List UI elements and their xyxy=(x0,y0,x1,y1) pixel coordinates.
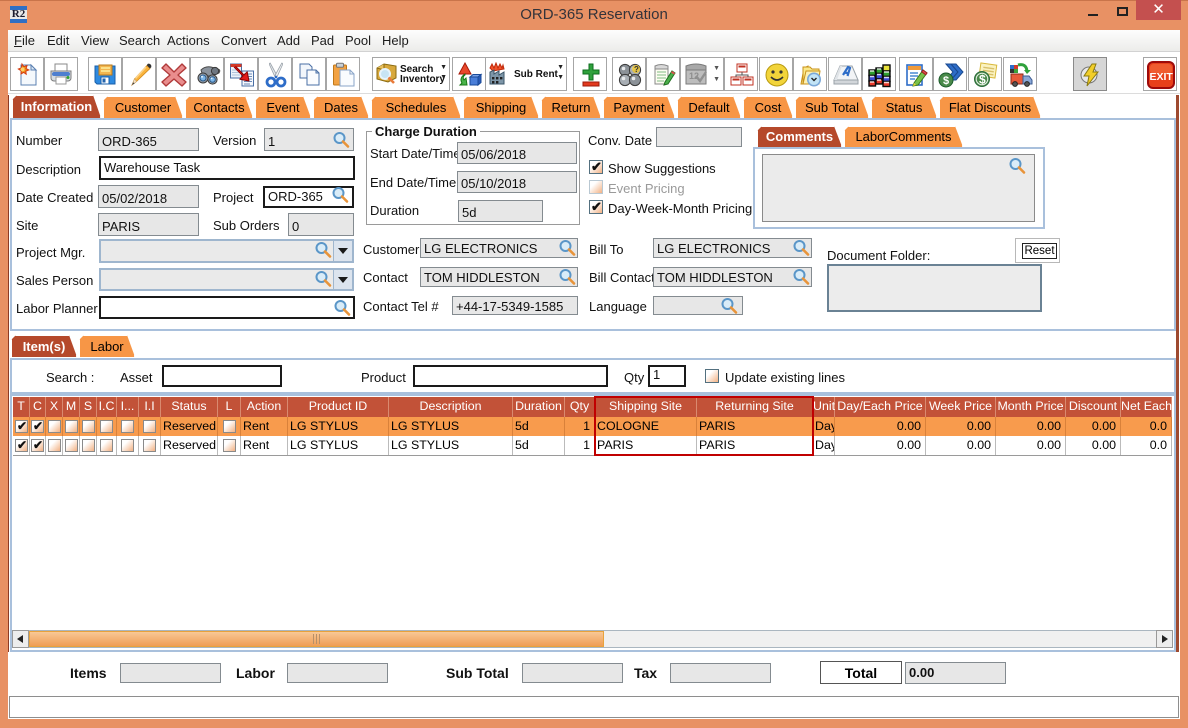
svg-text:$: $ xyxy=(979,73,986,87)
svg-text:EXIT: EXIT xyxy=(1150,71,1174,83)
svg-text:$: $ xyxy=(943,75,949,87)
svg-text:?: ? xyxy=(634,65,639,74)
